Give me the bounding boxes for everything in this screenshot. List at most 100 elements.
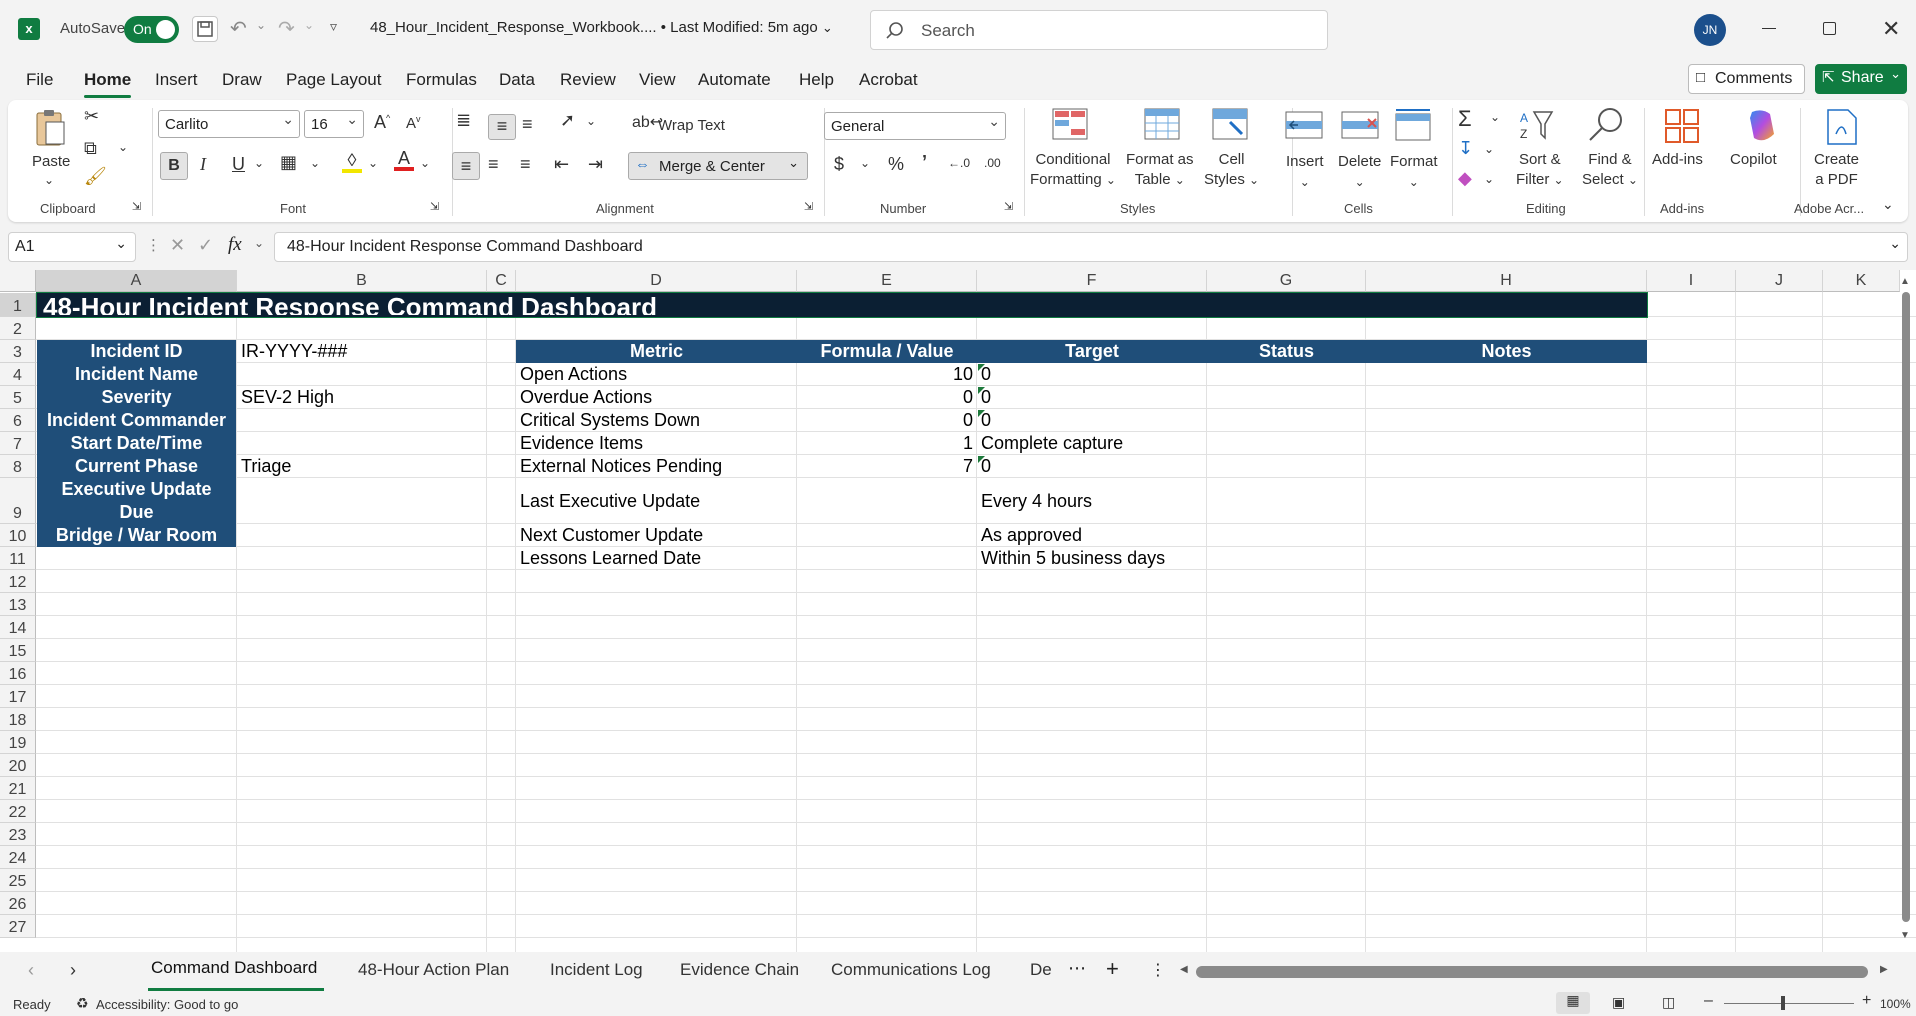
cancel-icon[interactable]: ✕ <box>170 235 185 256</box>
scroll-down-icon[interactable]: ▼ <box>1900 930 1910 941</box>
zoom-slider[interactable] <box>1724 1003 1854 1004</box>
column-header-j[interactable]: J <box>1736 270 1823 292</box>
add-sheet-icon[interactable]: + <box>1106 956 1119 982</box>
clipboard-launcher-icon[interactable]: ⇲ <box>132 200 141 213</box>
tab-scroll-right-icon[interactable]: › <box>70 960 76 981</box>
undo-dropdown-icon[interactable]: ⌄ <box>256 18 266 32</box>
menu-draw[interactable]: Draw <box>222 70 262 90</box>
label-incident-name[interactable]: Incident Name <box>37 363 236 386</box>
menu-view[interactable]: View <box>639 70 676 90</box>
align-bottom-icon[interactable]: ≡ <box>522 114 533 135</box>
delete-cells-label[interactable]: Delete ⌄ <box>1338 152 1381 192</box>
row-header-19[interactable]: 19 <box>0 731 36 754</box>
format-as-table-icon[interactable] <box>1144 108 1180 140</box>
row-header-4[interactable]: 4 <box>0 363 36 386</box>
decrease-decimal-icon[interactable]: .00 <box>984 156 1001 170</box>
error-indicator-icon[interactable] <box>978 456 985 463</box>
page-break-view-icon[interactable]: ◫ <box>1662 994 1675 1011</box>
column-header-g[interactable]: G <box>1207 270 1366 292</box>
metric-target[interactable]: As approved <box>977 524 1207 547</box>
row-header-6[interactable]: 6 <box>0 409 36 432</box>
row-header-20[interactable]: 20 <box>0 754 36 777</box>
scroll-up-icon[interactable]: ▲ <box>1900 276 1910 287</box>
row-header-15[interactable]: 15 <box>0 639 36 662</box>
menu-data[interactable]: Data <box>499 70 535 90</box>
name-box[interactable]: A1 ⌄ <box>8 232 136 262</box>
row-header-3[interactable]: 3 <box>0 340 36 363</box>
cell-styles-icon[interactable] <box>1212 108 1248 140</box>
tab-options-icon[interactable]: ⋮ <box>1150 960 1166 980</box>
alignment-launcher-icon[interactable]: ⇲ <box>804 200 813 213</box>
borders-icon[interactable]: ▦ <box>280 152 297 173</box>
value-severity[interactable]: SEV-2 High <box>237 386 487 409</box>
addins-label[interactable]: Add-ins <box>1652 150 1703 170</box>
increase-decimal-icon[interactable]: ←.0 <box>948 156 970 170</box>
undo-icon[interactable]: ↶ <box>230 16 247 41</box>
row-header-25[interactable]: 25 <box>0 869 36 892</box>
column-header-b[interactable]: B <box>237 270 487 292</box>
fill-color-icon[interactable]: ◊ <box>342 150 362 173</box>
column-header-h[interactable]: H <box>1366 270 1647 292</box>
menu-page-layout[interactable]: Page Layout <box>286 70 381 90</box>
tab-incident-log[interactable]: Incident Log <box>550 960 643 980</box>
number-format-select[interactable]: General <box>824 112 1006 140</box>
metric-value[interactable]: 10 <box>797 363 977 386</box>
format-painter-icon[interactable]: 🖌 <box>84 166 107 187</box>
accessibility-status[interactable]: Accessibility: Good to go <box>96 997 238 1012</box>
horizontal-scrollbar[interactable] <box>1196 966 1868 978</box>
sort-filter-icon[interactable]: AZ <box>1518 108 1556 144</box>
create-pdf-icon[interactable] <box>1826 108 1858 146</box>
collapse-ribbon-icon[interactable]: ⌄ <box>1882 196 1894 213</box>
close-icon[interactable]: ✕ <box>1882 16 1900 42</box>
save-icon[interactable] <box>192 16 218 42</box>
sort-filter-label[interactable]: Sort & Filter ⌄ <box>1516 150 1564 190</box>
row-header-18[interactable]: 18 <box>0 708 36 731</box>
column-header-e[interactable]: E <box>797 270 977 292</box>
metric-value[interactable]: 1 <box>797 432 977 455</box>
tab-scroll-left-icon[interactable]: ‹ <box>28 960 34 981</box>
column-header-i[interactable]: I <box>1647 270 1736 292</box>
wrap-text-button[interactable]: Wrap Text <box>658 116 725 136</box>
addins-icon[interactable] <box>1664 108 1700 144</box>
menu-file[interactable]: File <box>26 70 53 90</box>
column-header-k[interactable]: K <box>1823 270 1900 292</box>
metric-value[interactable]: 0 <box>797 409 977 432</box>
menu-insert[interactable]: Insert <box>155 70 198 90</box>
value-incident-id[interactable]: IR-YYYY-### <box>237 340 487 363</box>
autosum-icon[interactable]: Σ <box>1458 106 1472 132</box>
clear-dropdown-icon[interactable]: ⌄ <box>1484 172 1494 186</box>
column-header-c[interactable]: C <box>487 270 516 292</box>
metric-name[interactable]: External Notices Pending <box>516 455 797 478</box>
insert-cells-label[interactable]: Insert ⌄ <box>1286 152 1324 192</box>
row-header-24[interactable]: 24 <box>0 846 36 869</box>
customize-toolbar-icon[interactable]: ▿ <box>330 18 337 35</box>
cell-styles-label[interactable]: Cell Styles ⌄ <box>1204 150 1259 190</box>
comments-button[interactable]: □ Comments <box>1688 64 1805 94</box>
label-incident-commander[interactable]: Incident Commander <box>37 409 236 432</box>
insert-cells-icon[interactable] <box>1284 110 1324 140</box>
font-launcher-icon[interactable]: ⇲ <box>430 200 439 213</box>
underline-icon[interactable]: U <box>232 154 245 175</box>
label-current-phase[interactable]: Current Phase <box>37 455 236 478</box>
autosave-toggle[interactable]: On <box>124 16 179 43</box>
row-header-10[interactable]: 10 <box>0 524 36 547</box>
label-start-datetime[interactable]: Start Date/Time <box>37 432 236 455</box>
minimize-icon[interactable] <box>1762 28 1776 29</box>
row-header-17[interactable]: 17 <box>0 685 36 708</box>
metric-target[interactable]: Every 4 hours <box>977 478 1207 524</box>
align-top-icon[interactable]: ≣ <box>456 110 471 131</box>
row-header-11[interactable]: 11 <box>0 547 36 570</box>
row-header-27[interactable]: 27 <box>0 915 36 938</box>
decrease-font-icon[interactable]: Av <box>406 114 421 132</box>
row-header-22[interactable]: 22 <box>0 800 36 823</box>
font-color-icon[interactable]: A <box>394 148 414 171</box>
menu-home[interactable]: Home <box>84 70 132 98</box>
menu-review[interactable]: Review <box>560 70 616 90</box>
metric-target[interactable]: 0 <box>977 409 1207 432</box>
redo-dropdown-icon[interactable]: ⌄ <box>304 18 314 32</box>
value-current-phase[interactable]: Triage <box>237 455 487 478</box>
chevron-down-icon[interactable]: ⌄ <box>44 170 54 190</box>
document-title[interactable]: 48_Hour_Incident_Response_Workbook.... •… <box>370 19 833 36</box>
more-tabs-icon[interactable]: ⋯ <box>1068 958 1086 979</box>
column-header-a[interactable]: A <box>36 270 237 292</box>
